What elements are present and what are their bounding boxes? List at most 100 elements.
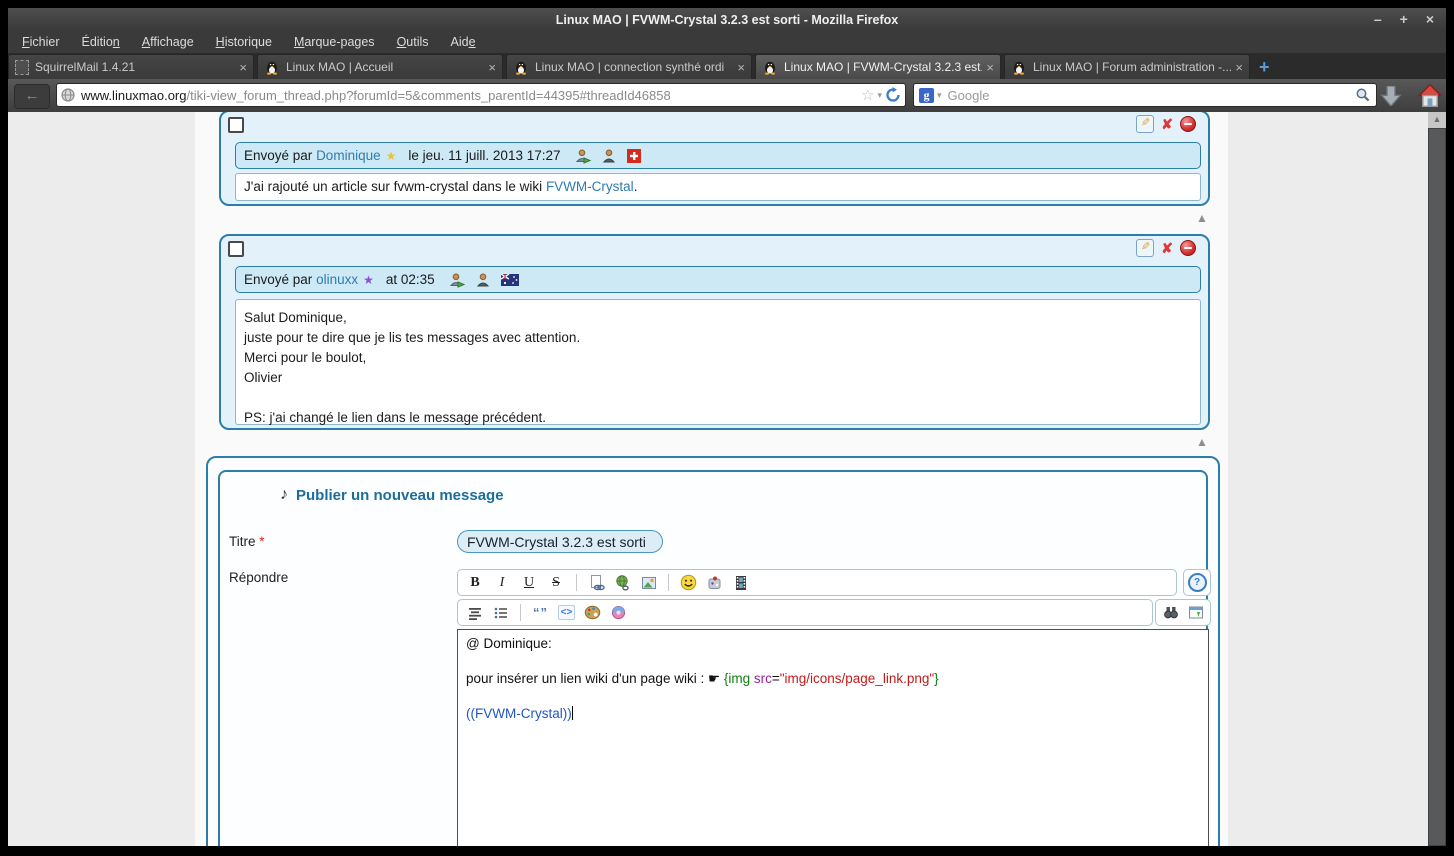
quote-icon[interactable]: “” [532, 604, 549, 621]
bold-button[interactable]: B [466, 575, 484, 591]
video-icon[interactable] [732, 574, 749, 591]
bookmark-star-icon[interactable]: ☆ [861, 86, 874, 104]
menu-aide[interactable]: Aide [451, 35, 476, 49]
tab-linuxmao-fvwm-crystal-active[interactable]: Linux MAO | FVWM-Crystal 3.2.3 est... × [755, 54, 1001, 79]
title-input[interactable] [457, 530, 663, 553]
reply-form: ♪ Publier un nouveau message Titre * Rép… [218, 470, 1208, 846]
url-dropdown-icon[interactable]: ▾ [877, 90, 882, 101]
blank-page-icon [15, 60, 29, 75]
remove-post-icon[interactable] [1180, 240, 1196, 256]
delete-post-icon[interactable]: ✘ [1161, 116, 1173, 132]
find-icon[interactable] [1162, 604, 1179, 621]
editor-toolbar-right [1155, 599, 1211, 626]
italic-button[interactable]: I [493, 575, 511, 591]
tab-linuxmao-connection-synthe[interactable]: Linux MAO | connection synthé ordi × [506, 54, 752, 79]
search-engine-dropdown-icon[interactable]: ▾ [937, 90, 942, 101]
author-link[interactable]: olinuxx [316, 272, 358, 287]
tux-penguin-icon [1011, 59, 1027, 75]
edit-post-icon[interactable]: ✎ [1136, 239, 1154, 257]
author-link[interactable]: Dominique [316, 148, 381, 163]
search-bar[interactable]: g ▾ Google [913, 83, 1377, 107]
menubar: Fichier Édition Affichage Historique Mar… [8, 31, 1446, 53]
user-icon[interactable] [601, 148, 617, 164]
minimize-button[interactable]: – [1374, 8, 1382, 31]
australia-flag-icon [501, 274, 519, 286]
plugin-sphere-icon[interactable] [610, 604, 627, 621]
back-button[interactable]: ← [14, 84, 50, 109]
menu-affichage[interactable]: Affichage [142, 35, 194, 49]
browser-viewport: ✎ ✘ Envoyé par Dominique ★ le jeu. 11 ju… [8, 112, 1446, 846]
delete-post-icon[interactable]: ✘ [1161, 240, 1173, 256]
strikethrough-button[interactable]: S [547, 575, 565, 591]
search-magnifier-icon[interactable] [1355, 87, 1371, 103]
remove-post-icon[interactable] [1180, 116, 1196, 132]
menu-historique[interactable]: Historique [216, 35, 272, 49]
user-info-icon[interactable] [449, 272, 465, 288]
home-icon[interactable] [1418, 84, 1442, 107]
user-icon[interactable] [475, 272, 491, 288]
download-arrow-icon[interactable] [1380, 86, 1402, 106]
tab-linuxmao-forum-administration[interactable]: Linux MAO | Forum administration -... × [1004, 54, 1250, 79]
tux-penguin-icon [264, 59, 280, 75]
post-checkbox[interactable] [228, 241, 244, 257]
fullscreen-icon[interactable] [1187, 604, 1204, 621]
tab-squirrelmail[interactable]: SquirrelMail 1.4.21 × [8, 54, 254, 79]
align-icon[interactable] [466, 604, 483, 621]
tab-linuxmao-accueil[interactable]: Linux MAO | Accueil × [257, 54, 503, 79]
menu-marque-pages[interactable]: Marque-pages [294, 35, 375, 49]
navigation-toolbar: ← www.linuxmao.org/tiki-view_forum_threa… [8, 79, 1446, 112]
collapse-post-icon[interactable]: ▲ [1196, 435, 1208, 449]
post-header: Envoyé par olinuxx ★ at 02:35 [235, 266, 1201, 293]
image-icon[interactable] [640, 574, 657, 591]
editor-line3: ((FVWM-Crystal)) [466, 706, 1200, 722]
tab-close-icon[interactable]: × [1235, 60, 1243, 75]
scrollbar-thumb[interactable] [1428, 128, 1446, 846]
close-button[interactable]: × [1426, 8, 1434, 31]
new-tab-button[interactable]: + [1259, 55, 1270, 79]
swiss-flag-icon [627, 149, 641, 163]
post-body: J'ai rajouté un article sur fvwm-crystal… [235, 173, 1201, 201]
tab-close-icon[interactable]: × [737, 60, 745, 75]
user-info-icon[interactable] [575, 148, 591, 164]
tabbar: SquirrelMail 1.4.21 × Linux MAO | Accuei… [8, 53, 1446, 79]
search-input[interactable]: Google [948, 88, 1355, 103]
url-bar[interactable]: www.linuxmao.org/tiki-view_forum_thread.… [56, 83, 906, 107]
gold-star-icon: ★ [386, 149, 397, 163]
code-icon[interactable]: <> [558, 604, 575, 621]
color-palette-icon[interactable] [584, 604, 601, 621]
text-cursor [572, 706, 573, 720]
wiki-page-link[interactable]: FVWM-Crystal [546, 179, 634, 194]
menu-outils[interactable]: Outils [397, 35, 429, 49]
tab-close-icon[interactable]: × [986, 60, 994, 75]
tab-close-icon[interactable]: × [239, 60, 247, 75]
globe-favicon [61, 88, 75, 102]
scroll-up-arrow[interactable]: ▲ [1428, 114, 1446, 124]
vertical-scrollbar[interactable]: ▲ [1428, 112, 1446, 846]
smiley-icon[interactable] [680, 574, 697, 591]
toolbar-separator [668, 574, 669, 591]
google-logo-icon[interactable]: g [919, 88, 934, 103]
menu-fichier[interactable]: Fichier [22, 35, 60, 49]
maximize-button[interactable]: + [1400, 8, 1408, 31]
wiki-link-icon[interactable] [588, 574, 605, 591]
message-editor[interactable]: @ Dominique: pour insérer un lien wiki d… [457, 629, 1209, 846]
post-date: le jeu. 11 juill. 2013 17:27 [408, 148, 560, 163]
tab-close-icon[interactable]: × [488, 60, 496, 75]
help-icon[interactable]: ? [1188, 573, 1207, 592]
edit-post-icon[interactable]: ✎ [1136, 115, 1154, 133]
list-icon[interactable] [492, 604, 509, 621]
collapse-post-icon[interactable]: ▲ [1196, 211, 1208, 225]
tux-penguin-icon [513, 59, 529, 75]
post-checkbox[interactable] [228, 117, 244, 133]
window-title: Linux MAO | FVWM-Crystal 3.2.3 est sorti… [556, 13, 898, 27]
external-link-icon[interactable] [614, 574, 631, 591]
menu-edition[interactable]: Édition [82, 35, 120, 49]
reload-icon[interactable] [885, 87, 901, 103]
url-text[interactable]: www.linuxmao.org/tiki-view_forum_thread.… [81, 88, 861, 103]
tux-penguin-icon [762, 59, 778, 75]
required-asterisk: * [259, 534, 264, 549]
form-heading: ♪ Publier un nouveau message [280, 486, 504, 504]
special-char-icon[interactable] [706, 574, 723, 591]
underline-button[interactable]: U [520, 575, 538, 591]
toolbar-separator [520, 604, 521, 621]
